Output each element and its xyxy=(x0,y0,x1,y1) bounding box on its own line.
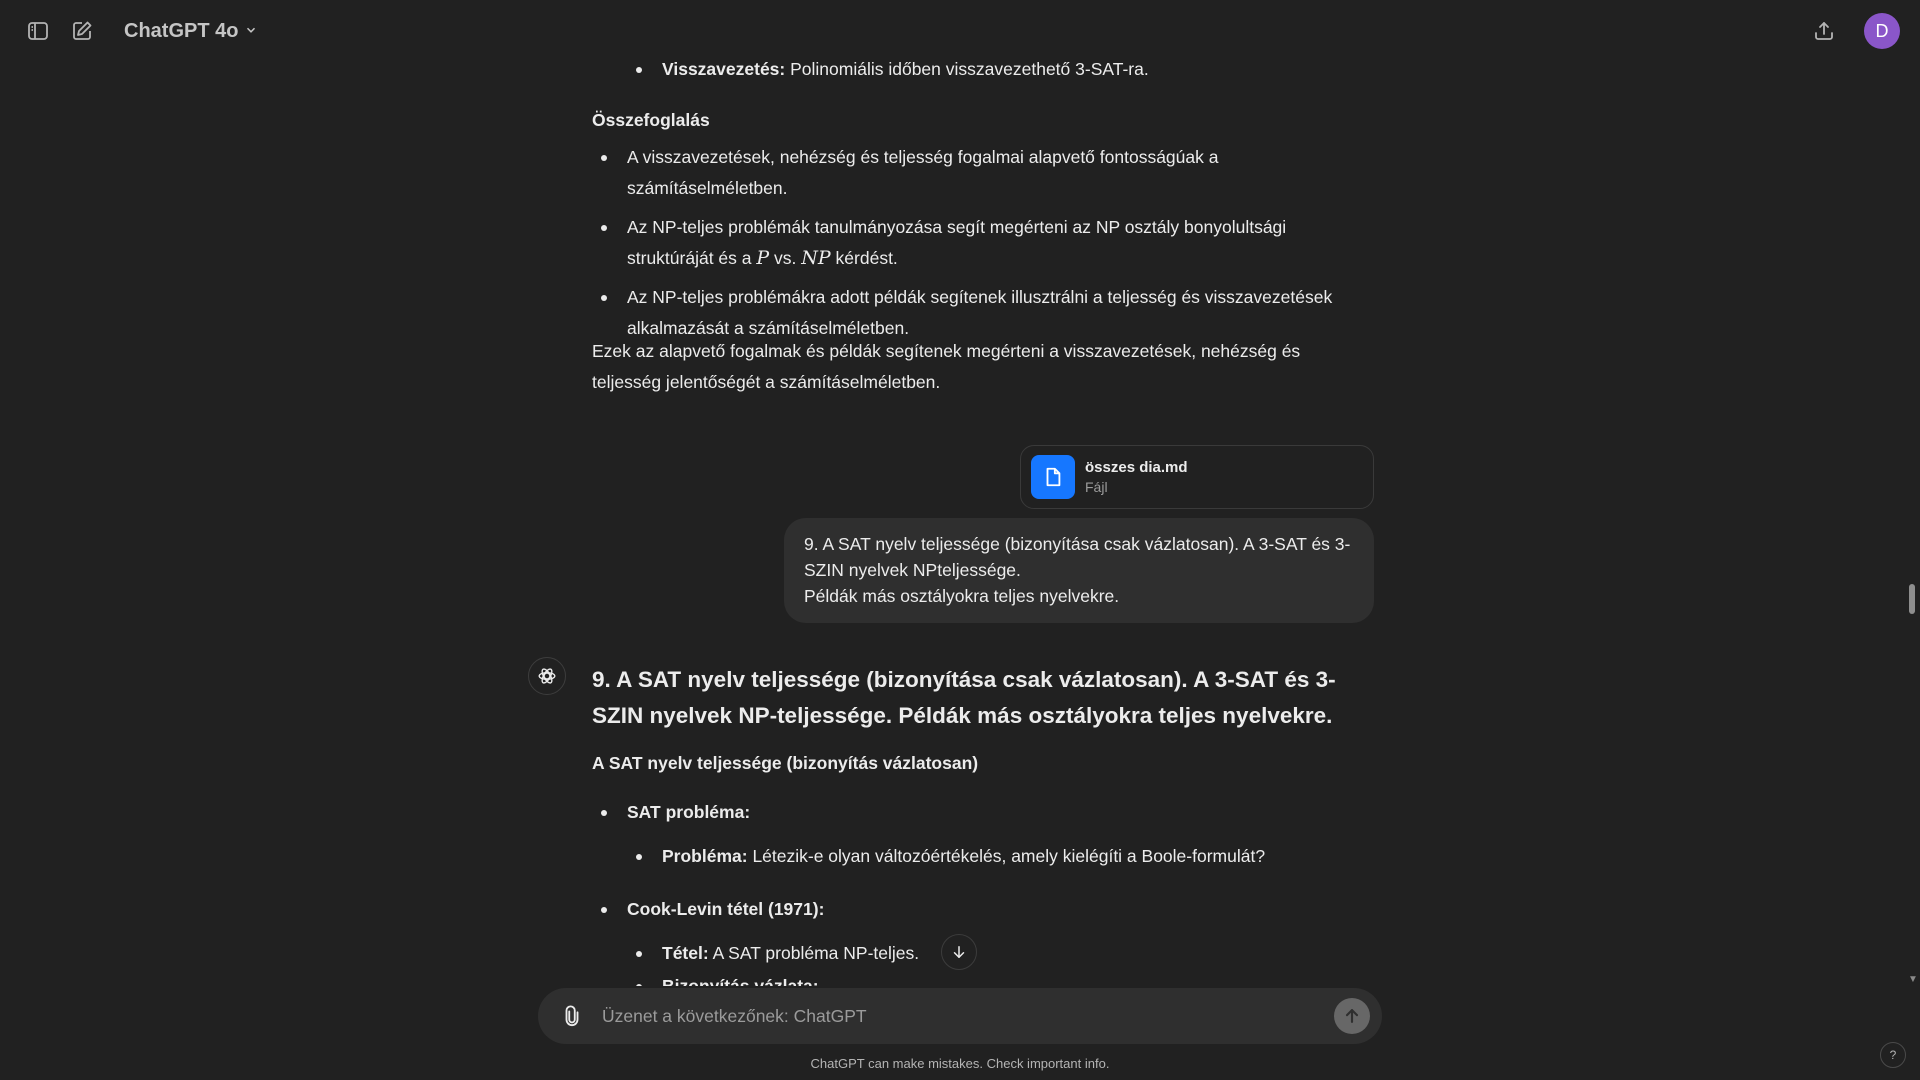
message-input[interactable] xyxy=(600,1004,1334,1028)
share-icon[interactable] xyxy=(1804,11,1844,51)
theorem-label: Tétel: xyxy=(662,943,709,963)
list-item: A visszavezetések, nehézség és teljesség… xyxy=(592,142,1372,204)
response-list-container: SAT probléma: Probléma: Létezik-e olyan … xyxy=(592,797,1372,990)
problem-text: Létezik-e olyan változóértékelés, amely … xyxy=(747,846,1266,866)
bullet-label: Visszavezetés: xyxy=(662,59,786,79)
nested-list: Tétel: A SAT probléma NP-teljes. Bizonyí… xyxy=(627,938,1372,990)
model-selector[interactable]: ChatGPT 4o xyxy=(114,14,268,49)
math-tail: kérdést. xyxy=(830,248,898,268)
model-name: ChatGPT 4o xyxy=(124,19,239,42)
math-np: NP xyxy=(801,247,831,269)
user-message-line-2: Példák más osztályokra teljes nyelvekre. xyxy=(804,586,1120,606)
file-attachment[interactable]: összes dia.md Fájl xyxy=(1020,445,1374,509)
summary-item-3: Az NP-teljes problémákra adott példák se… xyxy=(627,287,1333,338)
list-item: Cook-Levin tétel (1971): Tétel: A SAT pr… xyxy=(592,894,1372,990)
scrollbar-thumb[interactable] xyxy=(1909,584,1915,614)
list-item: Probléma: Létezik-e olyan változóértékel… xyxy=(627,841,1372,872)
problem-label: Probléma: xyxy=(662,846,748,866)
response-heading: 9. A SAT nyelv teljessége (bizonyítása c… xyxy=(592,667,1336,728)
list-item: Tétel: A SAT probléma NP-teljes. xyxy=(627,938,1372,969)
closing-paragraph: Ezek az alapvető fogalmak és példák segí… xyxy=(592,341,1301,392)
response-list: SAT probléma: Probléma: Létezik-e olyan … xyxy=(592,797,1372,990)
sidebar-toggle-icon[interactable] xyxy=(18,11,58,51)
avatar-letter: D xyxy=(1875,20,1889,41)
conversation-area: Visszavezetés: Polinomiális időben vissz… xyxy=(0,0,1920,990)
arrow-down-icon xyxy=(953,946,965,958)
user-message-bubble: 9. A SAT nyelv teljessége (bizonyítása c… xyxy=(784,518,1374,623)
theorem-text: A SAT probléma NP-teljes. xyxy=(708,943,920,963)
summary-heading: Összefoglalás xyxy=(592,110,710,130)
send-button[interactable] xyxy=(1334,998,1370,1034)
math-p: P xyxy=(756,247,770,269)
paperclip-icon[interactable] xyxy=(556,1000,588,1032)
chevron-down-icon xyxy=(244,20,258,43)
topbar-actions: D xyxy=(1804,11,1900,51)
help-button[interactable]: ? xyxy=(1880,1042,1906,1068)
cook-levin-label: Cook-Levin tétel (1971): xyxy=(627,899,825,919)
file-info: összes dia.md Fájl xyxy=(1085,459,1188,495)
scroll-down-arrow-icon[interactable]: ▼ xyxy=(1908,974,1918,985)
bullet-text: Polinomiális időben visszavezethető 3-SA… xyxy=(785,59,1149,79)
assistant-logo-icon xyxy=(528,657,566,695)
new-chat-icon[interactable] xyxy=(62,11,102,51)
scrollbar[interactable]: ▲ ▼ xyxy=(1904,0,1920,990)
response-subheading: A SAT nyelv teljessége (bizonyítás vázla… xyxy=(592,753,979,773)
message-composer xyxy=(538,988,1382,1044)
nested-list: Probléma: Létezik-e olyan változóértékel… xyxy=(627,841,1372,872)
disclaimer-text: ChatGPT can make mistakes. Check importa… xyxy=(810,1056,1110,1071)
user-avatar[interactable]: D xyxy=(1864,13,1900,49)
file-name: összes dia.md xyxy=(1085,459,1188,476)
summary-list: A visszavezetések, nehézség és teljesség… xyxy=(592,142,1372,344)
summary-list-container: A visszavezetések, nehézség és teljesség… xyxy=(592,142,1372,344)
help-icon: ? xyxy=(1889,1048,1897,1062)
scroll-to-bottom-button[interactable] xyxy=(941,934,977,970)
user-message-line-1: 9. A SAT nyelv teljessége (bizonyítása c… xyxy=(804,534,1351,580)
list-item: Az NP-teljes problémákra adott példák se… xyxy=(592,282,1372,344)
list-item: Az NP-teljes problémák tanulmányozása se… xyxy=(592,212,1372,274)
summary-item-2: Az NP-teljes problémák tanulmányozása se… xyxy=(627,217,1287,268)
file-type: Fájl xyxy=(1085,479,1108,495)
arrow-up-icon xyxy=(1345,1009,1359,1023)
summary-item-1: A visszavezetések, nehézség és teljesség… xyxy=(627,147,1219,198)
math-vs: vs. xyxy=(769,248,802,268)
list-item: SAT probléma: Probléma: Létezik-e olyan … xyxy=(592,797,1372,872)
document-icon xyxy=(1031,455,1075,499)
top-bar: ChatGPT 4o D xyxy=(0,0,1920,62)
sat-label: SAT probléma: xyxy=(627,802,751,822)
